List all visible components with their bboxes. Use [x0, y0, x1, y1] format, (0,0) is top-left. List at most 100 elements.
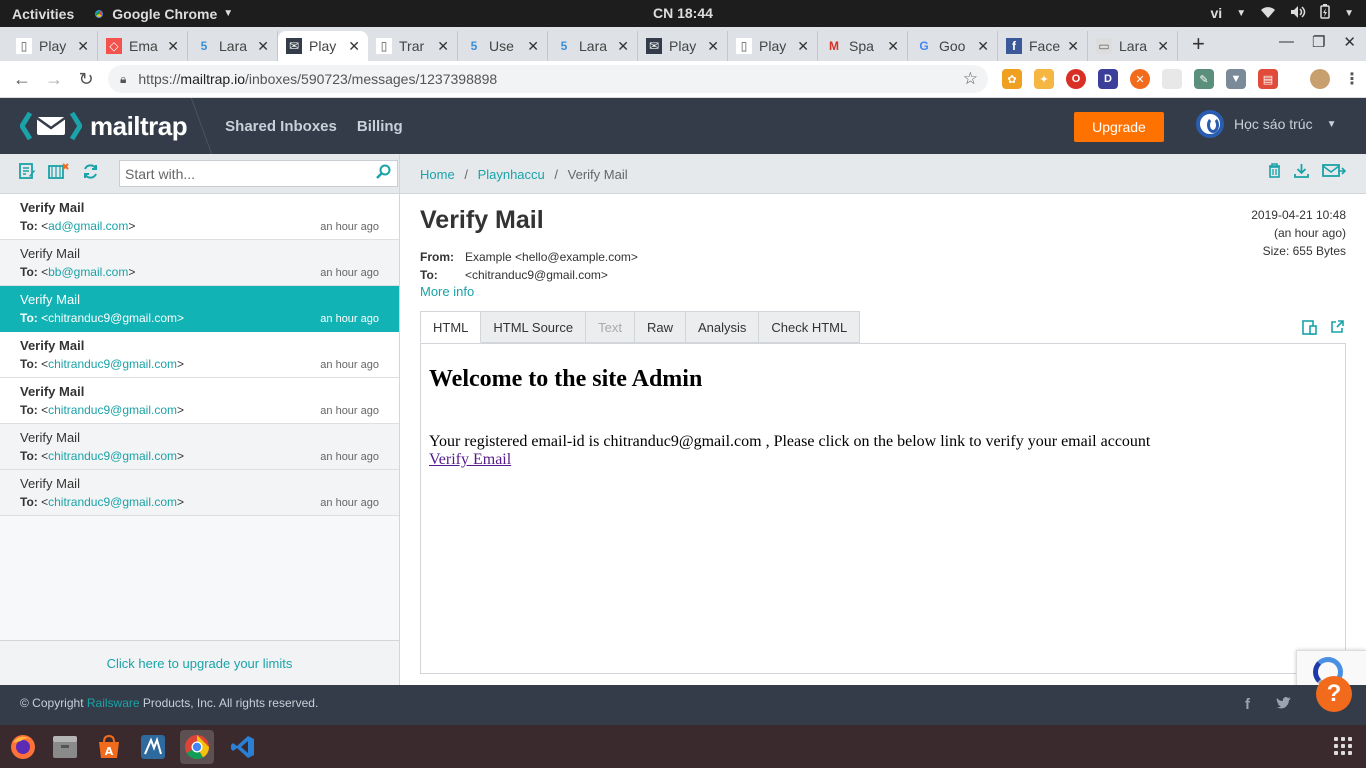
refresh-icon[interactable]: [82, 163, 99, 185]
message-tab[interactable]: Check HTML: [758, 311, 861, 343]
open-external-icon[interactable]: [1331, 320, 1344, 338]
extension-icon[interactable]: ✕: [1130, 69, 1150, 89]
message-list-item[interactable]: Verify Mail To: <chitranduc9@gmail.com> an…: [0, 424, 399, 470]
message-tab[interactable]: HTML: [420, 311, 482, 343]
extension-icon[interactable]: ▤: [1258, 69, 1278, 89]
close-tab-icon[interactable]: ✕: [167, 38, 179, 55]
nav-shared-inboxes[interactable]: Shared Inboxes: [225, 118, 337, 135]
message-tab[interactable]: Analysis: [684, 311, 760, 343]
message-tab[interactable]: Raw: [633, 311, 686, 343]
edit-inbox-icon[interactable]: [19, 163, 36, 184]
extension-icon[interactable]: [1162, 69, 1182, 89]
files-icon[interactable]: [48, 730, 82, 764]
extension-icon[interactable]: ▼: [1226, 69, 1246, 89]
close-tab-icon[interactable]: ✕: [77, 38, 89, 55]
browser-tab[interactable]: ▯ Trar ✕: [368, 31, 458, 61]
trash-icon[interactable]: [1268, 163, 1281, 183]
close-tab-icon[interactable]: ✕: [1067, 38, 1079, 55]
profile-avatar[interactable]: [1310, 69, 1330, 89]
facebook-icon[interactable]: f: [1245, 696, 1250, 713]
user-menu[interactable]: Học sáo trúc ▼: [1196, 110, 1337, 138]
message-list-item[interactable]: Verify Mail To: <chitranduc9@gmail.com> an…: [0, 332, 399, 378]
activities-button[interactable]: Activities: [12, 6, 74, 22]
close-tab-icon[interactable]: ✕: [707, 38, 719, 55]
upgrade-button[interactable]: Upgrade: [1074, 112, 1164, 142]
mysql-workbench-icon[interactable]: [136, 730, 170, 764]
message-list-item[interactable]: Verify Mail To: <ad@gmail.com> an hour ago: [0, 194, 399, 240]
software-center-icon[interactable]: A: [92, 730, 126, 764]
upgrade-limits-link[interactable]: Click here to upgrade your limits: [107, 656, 293, 671]
close-window-icon[interactable]: ✕: [1343, 33, 1356, 51]
forward-icon[interactable]: →: [38, 69, 70, 90]
maximize-icon[interactable]: ❐: [1312, 33, 1325, 51]
gmail-icon: M: [829, 39, 839, 53]
bookmark-star-icon[interactable]: ☆: [963, 69, 978, 89]
close-tab-icon[interactable]: ✕: [977, 38, 989, 55]
verify-email-link[interactable]: Verify Email: [429, 451, 511, 468]
breadcrumb-inbox[interactable]: Playnhaccu: [478, 167, 545, 182]
twitter-icon[interactable]: [1276, 696, 1292, 713]
vscode-icon[interactable]: [226, 730, 260, 764]
keyboard-layout[interactable]: vi: [1211, 5, 1223, 21]
extension-icon[interactable]: O: [1066, 69, 1086, 89]
breadcrumb-home[interactable]: Home: [420, 167, 455, 182]
message-date: 2019-04-21 10:48: [1251, 208, 1346, 222]
close-tab-icon[interactable]: ✕: [437, 38, 449, 55]
browser-tab[interactable]: ◇ Ema ✕: [98, 31, 188, 61]
download-icon[interactable]: [1294, 163, 1309, 183]
close-tab-icon[interactable]: ✕: [348, 38, 360, 55]
chrome-dock-icon[interactable]: [180, 730, 214, 764]
show-applications-icon[interactable]: [1334, 737, 1352, 755]
extension-icon[interactable]: ✎: [1194, 69, 1214, 89]
close-tab-icon[interactable]: ✕: [617, 38, 629, 55]
message-time: an hour ago: [320, 359, 379, 371]
nav-billing[interactable]: Billing: [357, 118, 403, 135]
help-button[interactable]: ?: [1316, 676, 1352, 712]
lock-icon[interactable]: 🔒︎: [120, 72, 126, 87]
browser-tab[interactable]: ✉ Play ✕: [638, 31, 728, 61]
device-preview-icon[interactable]: [1302, 320, 1317, 338]
clear-inbox-icon[interactable]: [48, 163, 70, 184]
extension-icon[interactable]: D: [1098, 69, 1118, 89]
message-list-item[interactable]: Verify Mail To: <chitranduc9@gmail.com> an…: [0, 378, 399, 424]
mailtrap-logo[interactable]: mailtrap: [19, 111, 188, 142]
new-tab-button[interactable]: +: [1192, 31, 1216, 57]
app-menu[interactable]: Google Chrome ▼: [92, 6, 233, 22]
message-list-item[interactable]: Verify Mail To: <chitranduc9@gmail.com> an…: [0, 470, 399, 516]
railsware-link[interactable]: Railsware: [87, 696, 140, 710]
close-tab-icon[interactable]: ✕: [1157, 38, 1169, 55]
message-tab[interactable]: HTML Source: [480, 311, 587, 343]
browser-tab[interactable]: f Face ✕: [998, 31, 1088, 61]
browser-tab[interactable]: 5 Lara ✕: [548, 31, 638, 61]
system-tray[interactable]: vi ▼ ▼: [1211, 4, 1354, 22]
browser-tab[interactable]: ▯ Play ✕: [8, 31, 98, 61]
close-tab-icon[interactable]: ✕: [797, 38, 809, 55]
back-icon[interactable]: ←: [6, 69, 38, 90]
close-tab-icon[interactable]: ✕: [887, 38, 899, 55]
close-tab-icon[interactable]: ✕: [527, 38, 539, 55]
close-tab-icon[interactable]: ✕: [257, 38, 269, 55]
browser-tab[interactable]: ✉ Play ✕: [278, 31, 368, 61]
browser-tab[interactable]: ▯ Play ✕: [728, 31, 818, 61]
reload-icon[interactable]: ↻: [70, 69, 102, 90]
message-list-item[interactable]: Verify Mail To: <bb@gmail.com> an hour ago: [0, 240, 399, 286]
browser-tab-strip: ▯ Play ✕ ◇ Ema ✕ 5 Lara ✕ ✉ Play ✕ ▯ Trar ✕ 5 Use ✕ 5 Lara ✕…: [0, 27, 1366, 61]
search-input[interactable]: [120, 165, 370, 182]
message-tab[interactable]: Text: [585, 311, 635, 343]
more-info-link[interactable]: More info: [420, 284, 474, 299]
message-list-item[interactable]: Verify Mail To: <chitranduc9@gmail.com> an…: [0, 286, 399, 332]
address-bar[interactable]: 🔒︎ https:// mailtrap.io /inboxes/590723/…: [108, 65, 988, 93]
extension-icon[interactable]: ✦: [1034, 69, 1054, 89]
browser-tab[interactable]: M Spa ✕: [818, 31, 908, 61]
extension-icon[interactable]: ✿: [1002, 69, 1022, 89]
browser-tab[interactable]: ▭ Lara ✕: [1088, 31, 1178, 61]
browser-tab[interactable]: 5 Use ✕: [458, 31, 548, 61]
minimize-icon[interactable]: —: [1279, 33, 1294, 51]
firefox-icon[interactable]: [6, 730, 40, 764]
search-icon[interactable]: [376, 164, 391, 183]
forward-email-icon[interactable]: [1322, 163, 1347, 183]
system-clock[interactable]: CN 18:44: [653, 5, 713, 21]
browser-tab[interactable]: G Goo ✕: [908, 31, 998, 61]
menu-dots-icon[interactable]: ⋮: [1342, 69, 1362, 89]
browser-tab[interactable]: 5 Lara ✕: [188, 31, 278, 61]
